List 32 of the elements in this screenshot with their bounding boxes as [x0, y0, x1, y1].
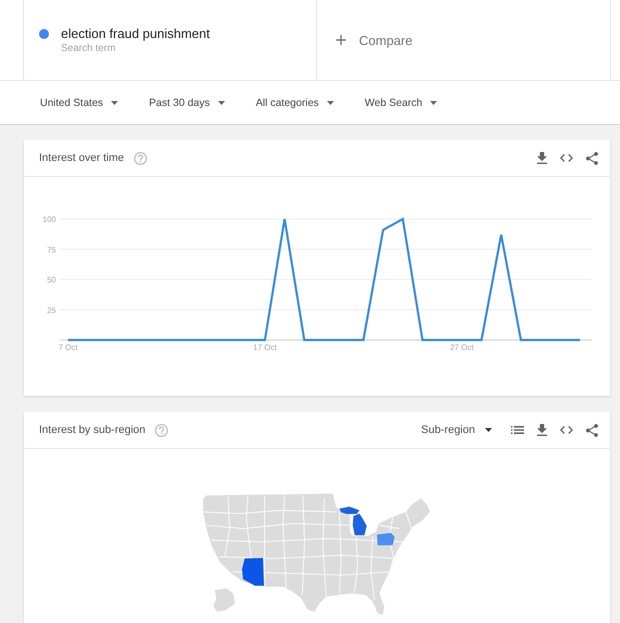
- y-axis-label: 50: [47, 276, 56, 284]
- x-axis-label: 7 Oct: [58, 343, 78, 352]
- filter-dropdown[interactable]: United States: [40, 96, 118, 108]
- search-term-label: Search term: [61, 43, 116, 54]
- plus-icon: [336, 35, 346, 45]
- search-term-card[interactable]: election fraud punishment Search term: [23, 0, 317, 80]
- embed-code-icon[interactable]: [560, 154, 573, 162]
- download-icon[interactable]: [537, 152, 547, 164]
- search-term-text: election fraud punishment: [61, 26, 210, 41]
- share-icon[interactable]: [586, 424, 598, 436]
- caret-icon[interactable]: [485, 428, 492, 432]
- card-title: Interest over time: [39, 152, 124, 164]
- resolution-dropdown[interactable]: Sub-region: [421, 424, 492, 436]
- y-axis-label: 100: [42, 215, 56, 224]
- card-title: Interest by sub-region: [39, 424, 146, 436]
- caret-icon[interactable]: [430, 100, 438, 104]
- list-icon[interactable]: [511, 426, 524, 434]
- filter-dropdown[interactable]: Web Search: [364, 96, 438, 108]
- filter-dropdown[interactable]: Past 30 days: [149, 96, 225, 108]
- share-icon[interactable]: [586, 152, 598, 164]
- arizona-region[interactable]: [242, 558, 264, 586]
- caret-icon[interactable]: [218, 100, 225, 104]
- embed-code-icon[interactable]: [560, 426, 573, 434]
- caret-icon[interactable]: [111, 100, 118, 104]
- filter-dropdown[interactable]: All categories: [256, 96, 334, 108]
- michigan-region[interactable]: [339, 506, 367, 536]
- caret-icon[interactable]: [326, 100, 334, 104]
- x-axis-label: 17 Oct: [253, 343, 277, 352]
- download-icon[interactable]: [537, 424, 547, 436]
- x-axis-label: 27 Oct: [450, 343, 474, 352]
- y-axis-label: 25: [47, 306, 56, 315]
- y-axis-label: 75: [47, 245, 56, 254]
